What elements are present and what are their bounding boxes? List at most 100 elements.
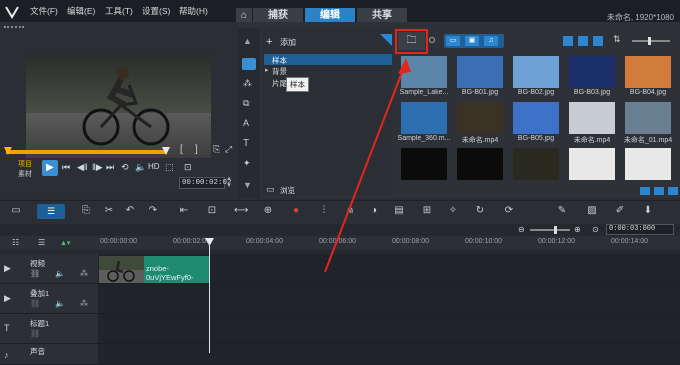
multi-cam-icon[interactable]: ⊞ <box>421 205 433 217</box>
fit-timeline-icon[interactable]: ⊙ <box>592 225 599 234</box>
undo-icon[interactable]: ↶ <box>124 205 136 217</box>
mode-project[interactable]: 项目 <box>18 159 32 169</box>
trim-icon[interactable]: ⇤ <box>178 205 190 217</box>
media-thumbnail[interactable]: BG-B05.jpg <box>508 102 564 148</box>
edit-icon[interactable]: ✎ <box>556 205 568 217</box>
crop-icon[interactable]: ⊡ <box>184 162 192 173</box>
zoom-out-icon[interactable]: ⊖ <box>518 225 525 234</box>
thumb-size-handle[interactable] <box>648 37 651 45</box>
menu-tools[interactable]: 工具(T) <box>105 5 133 17</box>
link-icon[interactable]: ⛓ <box>30 299 40 308</box>
text-icon[interactable]: T <box>243 138 249 149</box>
timeline-view-button[interactable]: ☰ <box>37 204 65 219</box>
library-close-icon[interactable] <box>668 187 678 195</box>
draw-icon[interactable]: ✐ <box>614 205 626 217</box>
media-thumbnail[interactable]: 未命名.mp4 <box>564 102 620 148</box>
list-view-icon[interactable] <box>563 36 573 46</box>
thumbnail-view-icon[interactable] <box>578 36 588 46</box>
home-icon[interactable]: ⌂ <box>236 8 252 23</box>
speed-icon[interactable]: ✧ <box>447 205 459 217</box>
library-expand-icon[interactable] <box>654 187 664 195</box>
clip-thumbnail[interactable] <box>99 256 144 283</box>
video-clip[interactable]: znobe-0uVjYEwFyf0- <box>144 256 210 283</box>
chapter-icon[interactable]: ☰ <box>38 238 45 247</box>
repeat-icon[interactable]: ⟲ <box>121 162 129 173</box>
playhead[interactable] <box>209 240 210 353</box>
sort-icon[interactable]: ⇅ <box>613 34 621 45</box>
media-thumbnail[interactable]: 未命名.mp4 <box>452 102 508 148</box>
rotate-icon[interactable]: ↻ <box>474 205 486 217</box>
zoom-in-icon[interactable]: ⊕ <box>574 225 581 234</box>
media-category-icon[interactable] <box>242 58 256 70</box>
tab-edit[interactable]: 编辑 <box>305 8 355 23</box>
rail-down-icon[interactable]: ▼ <box>243 180 252 190</box>
color-icon[interactable]: ⋔ <box>344 205 356 217</box>
menu-help[interactable]: 帮助(H) <box>179 5 208 17</box>
transition-icon[interactable]: ⧉ <box>243 98 249 109</box>
mark-in-button[interactable]: [ <box>180 144 183 155</box>
menu-edit[interactable]: 编辑(E) <box>67 5 95 17</box>
timecode-stepper[interactable]: ▲ ▼ <box>226 176 232 190</box>
crop-tool-icon[interactable]: ⊡ <box>206 205 218 217</box>
record-icon[interactable]: ● <box>290 205 302 217</box>
media-thumbnail[interactable] <box>564 148 620 194</box>
track-grid-icon[interactable]: ⁂ <box>80 269 88 278</box>
copy-icon[interactable]: ⎘ <box>80 205 92 217</box>
link-icon[interactable]: ⛓ <box>30 329 40 338</box>
filter-icon[interactable]: ✦ <box>243 158 251 169</box>
track-overlay[interactable] <box>98 284 680 314</box>
media-thumbnail[interactable] <box>396 148 452 194</box>
media-thumbnail[interactable]: BG-B04.jpg <box>620 56 676 102</box>
split-clip-icon[interactable]: ⎘ <box>213 144 220 155</box>
subtitle-icon[interactable]: ▤ <box>393 205 405 217</box>
volume-icon[interactable]: 🔈 <box>135 162 146 173</box>
preview-video[interactable] <box>26 55 211 158</box>
pin-icon[interactable] <box>380 34 392 46</box>
ripple-edit-icon[interactable]: ▲▾ <box>60 239 70 247</box>
toggle-icon[interactable] <box>429 37 435 43</box>
tab-share[interactable]: 共享 <box>357 8 407 23</box>
track-manager-icon[interactable]: ☷ <box>12 238 19 247</box>
zoom-handle[interactable] <box>554 226 557 234</box>
link-icon[interactable]: ⛓ <box>30 269 40 278</box>
mark-out-button[interactable]: ] <box>195 144 198 155</box>
tree-item-background[interactable]: 背景 <box>272 66 287 77</box>
media-thumbnail[interactable]: 未命名_01.mp4 <box>620 102 676 148</box>
track-grid-icon[interactable]: ⁂ <box>80 299 88 308</box>
zoom-slider[interactable] <box>530 229 570 231</box>
tree-item-ending[interactable]: 片尾 <box>272 78 287 89</box>
library-options-icon[interactable] <box>640 187 650 195</box>
tree-expand-icon[interactable]: ▸ <box>265 66 269 74</box>
tools-icon[interactable]: ✂ <box>103 205 115 217</box>
media-thumbnail[interactable] <box>452 148 508 194</box>
menu-file[interactable]: 文件(F) <box>30 5 58 17</box>
browse-label[interactable]: 浏览 <box>280 185 295 196</box>
show-photo-icon[interactable]: ▣ <box>465 36 479 46</box>
media-thumbnail[interactable]: BG-B02.jpg <box>508 56 564 102</box>
prev-frame-icon[interactable]: ◀‖ <box>77 162 88 173</box>
split-icon[interactable]: ⟷ <box>234 205 248 217</box>
title-category-icon[interactable]: A <box>243 118 249 128</box>
add-folder-label[interactable]: 添加 <box>280 37 296 48</box>
go-end-icon[interactable]: ⏭ <box>106 162 114 173</box>
redo-icon[interactable]: ↷ <box>147 205 159 217</box>
browse-icon[interactable]: ▭ <box>266 184 275 195</box>
timecode-display[interactable]: 00:00:02:02 <box>179 177 232 189</box>
media-thumbnail[interactable] <box>508 148 564 194</box>
next-frame-icon[interactable]: ‖▶ <box>92 162 103 173</box>
media-thumbnail[interactable]: Sample_360.m... <box>396 102 452 148</box>
fit-screen-icon[interactable]: ⬚ <box>165 162 174 173</box>
preset-icon[interactable]: ⟳ <box>503 205 515 217</box>
mode-clip[interactable]: 素材 <box>18 169 32 179</box>
rail-up-icon[interactable]: ▲ <box>243 36 252 46</box>
mute-icon[interactable]: 🔈 <box>55 299 65 308</box>
play-button[interactable]: ▶ <box>42 160 58 176</box>
scrub-bar[interactable] <box>6 150 166 154</box>
enlarge-icon[interactable]: ⤢ <box>225 144 232 155</box>
instant-project-icon[interactable]: ⁂ <box>243 78 252 89</box>
show-video-icon[interactable]: ▭ <box>446 36 460 46</box>
motion-icon[interactable]: ⊕ <box>262 205 274 217</box>
export-icon[interactable]: ⬇ <box>642 205 654 217</box>
go-start-icon[interactable]: ⏮ <box>62 162 70 173</box>
track-voice[interactable] <box>98 344 680 365</box>
